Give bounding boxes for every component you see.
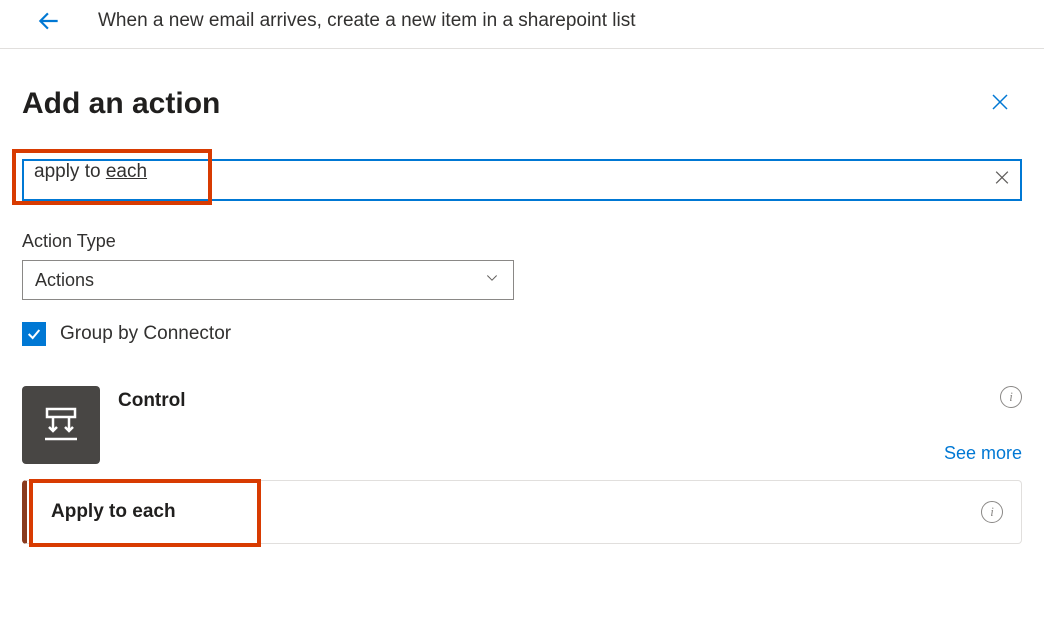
group-by-checkbox[interactable]	[22, 322, 46, 346]
action-item-apply-to-each[interactable]: Apply to each i	[22, 480, 1022, 544]
info-icon[interactable]: i	[1000, 386, 1022, 408]
page-title: Add an action	[22, 87, 220, 121]
search-input[interactable]: apply to each	[22, 159, 1022, 201]
flow-title: When a new email arrives, create a new i…	[98, 10, 636, 32]
control-connector-icon[interactable]	[22, 386, 100, 464]
action-label: Apply to each	[51, 501, 176, 523]
group-by-label: Group by Connector	[60, 323, 231, 345]
close-icon[interactable]	[988, 90, 1022, 119]
main-panel: Add an action apply to each Action Type …	[0, 49, 1044, 544]
action-type-label: Action Type	[22, 231, 1022, 252]
connector-name: Control	[118, 390, 186, 412]
search-text-prefix: apply to	[34, 161, 106, 182]
back-arrow-icon[interactable]	[36, 8, 62, 34]
clear-search-icon[interactable]	[992, 168, 1012, 193]
action-type-select-wrap: Actions	[22, 260, 514, 300]
action-type-select[interactable]: Actions	[22, 260, 514, 300]
group-by-row: Group by Connector	[22, 322, 1022, 346]
search-text-underlined: each	[106, 161, 147, 182]
see-more-link[interactable]: See more	[944, 443, 1022, 464]
header-bar: When a new email arrives, create a new i…	[0, 0, 1044, 49]
connector-body: i See more	[118, 386, 1022, 464]
info-icon[interactable]: i	[981, 501, 1003, 523]
search-container: apply to each	[22, 159, 1022, 201]
action-type-selected: Actions	[35, 270, 94, 291]
connector-row: Control i See more	[22, 386, 1022, 464]
title-row: Add an action	[22, 87, 1022, 121]
